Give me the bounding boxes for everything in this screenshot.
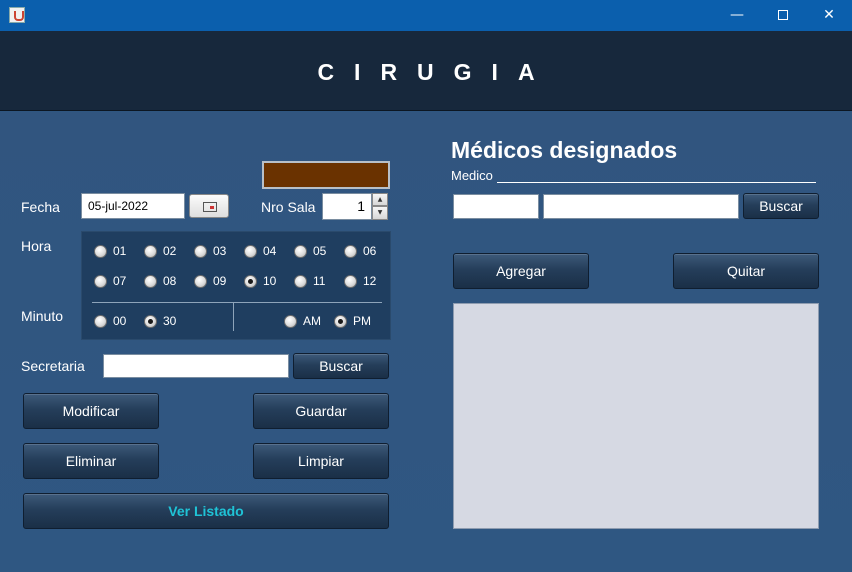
hour-label: 06	[363, 244, 377, 258]
button-label: Buscar	[759, 198, 803, 214]
radio-selected-icon	[144, 314, 157, 328]
medicos-section-title: Médicos designados	[451, 137, 678, 163]
hour-radio-05[interactable]: 05	[294, 244, 326, 258]
button-label: Ver Listado	[168, 503, 244, 519]
button-label: Agregar	[496, 263, 546, 279]
hour-radio-01[interactable]: 01	[94, 244, 126, 258]
am-label: AM	[303, 314, 321, 328]
eliminar-button[interactable]: Eliminar	[23, 443, 159, 479]
fecha-field[interactable]: 05-jul-2022	[81, 193, 185, 219]
hour-radio-10[interactable]: 10	[244, 274, 276, 288]
hour-label: 08	[163, 274, 177, 288]
hour-label: 01	[113, 244, 127, 258]
minute-label: 30	[163, 314, 177, 328]
buscar-medico-button[interactable]: Buscar	[743, 193, 819, 219]
radio-icon	[144, 274, 157, 288]
time-selection-panel: 01 02 03 04 05 06 07 08 09 10 11 12 00 3…	[81, 231, 391, 340]
spinner-down-icon[interactable]: ▼	[372, 206, 388, 220]
secretaria-input[interactable]	[103, 354, 289, 378]
divider	[233, 303, 234, 331]
hour-label: 10	[263, 274, 277, 288]
radio-icon	[94, 244, 107, 258]
medico-name-input[interactable]	[543, 194, 739, 219]
hour-radio-03[interactable]: 03	[194, 244, 226, 258]
button-label: Guardar	[295, 403, 347, 419]
date-picker-button[interactable]	[189, 194, 229, 218]
radio-icon	[244, 244, 257, 258]
button-label: Modificar	[62, 403, 120, 419]
hour-label: 04	[263, 244, 277, 258]
maximize-button[interactable]	[760, 0, 806, 31]
buscar-secretaria-button[interactable]: Buscar	[293, 353, 389, 379]
fecha-label: Fecha	[21, 199, 60, 215]
secretaria-label: Secretaria	[21, 358, 85, 374]
agregar-button[interactable]: Agregar	[453, 253, 589, 289]
quitar-button[interactable]: Quitar	[673, 253, 819, 289]
radio-icon	[344, 244, 357, 258]
hora-label: Hora	[21, 238, 52, 254]
medicos-list[interactable]	[453, 303, 819, 529]
radio-selected-icon	[334, 314, 347, 328]
hour-label: 05	[313, 244, 327, 258]
pm-label: PM	[353, 314, 371, 328]
hour-radio-09[interactable]: 09	[194, 274, 226, 288]
nro-sala-label: Nro Sala	[261, 199, 316, 215]
hour-radio-07[interactable]: 07	[94, 274, 126, 288]
minimize-button[interactable]: —	[714, 0, 760, 31]
radio-icon	[194, 274, 207, 288]
hour-radio-12[interactable]: 12	[344, 274, 376, 288]
radio-icon	[294, 274, 307, 288]
guardar-button[interactable]: Guardar	[253, 393, 389, 429]
radio-icon	[284, 314, 297, 328]
calendar-icon	[203, 202, 217, 212]
hour-label: 09	[213, 274, 227, 288]
button-label: Quitar	[726, 263, 766, 279]
close-button[interactable]: ✕	[806, 0, 852, 31]
nro-sala-value[interactable]: 1	[322, 193, 372, 220]
fecha-value: 05-jul-2022	[88, 199, 149, 213]
pm-radio[interactable]: PM	[334, 314, 371, 328]
limpiar-button[interactable]: Limpiar	[253, 443, 389, 479]
page-title: CIRUGIA	[317, 59, 555, 85]
hour-label: 12	[363, 274, 377, 288]
radio-icon	[94, 274, 107, 288]
minute-radio-00[interactable]: 00	[94, 314, 126, 328]
hour-radio-11[interactable]: 11	[294, 274, 325, 288]
hour-radio-02[interactable]: 02	[144, 244, 176, 258]
hour-radio-06[interactable]: 06	[344, 244, 376, 258]
radio-icon	[94, 314, 107, 328]
button-label: Eliminar	[65, 453, 117, 469]
hour-label: 02	[163, 244, 177, 258]
button-label: Limpiar	[298, 453, 344, 469]
window-titlebar: — ✕	[0, 0, 852, 31]
hour-radio-08[interactable]: 08	[144, 274, 176, 288]
radio-icon	[294, 244, 307, 258]
button-label: Buscar	[319, 358, 363, 374]
color-swatch[interactable]	[262, 161, 390, 189]
nro-sala-spinner[interactable]: 1 ▲ ▼	[322, 193, 388, 220]
divider	[92, 302, 382, 303]
radio-icon	[144, 244, 157, 258]
medico-label: Medico	[451, 168, 493, 183]
modificar-button[interactable]: Modificar	[23, 393, 159, 429]
hour-label: 11	[313, 274, 326, 288]
minute-label: 00	[113, 314, 127, 328]
maximize-icon	[778, 10, 788, 20]
ver-listado-button[interactable]: Ver Listado	[23, 493, 389, 529]
am-radio[interactable]: AM	[284, 314, 321, 328]
radio-icon	[194, 244, 207, 258]
hour-radio-04[interactable]: 04	[244, 244, 276, 258]
radio-selected-icon	[244, 274, 257, 288]
java-app-icon	[9, 7, 25, 23]
spinner-up-icon[interactable]: ▲	[372, 193, 388, 206]
radio-icon	[344, 274, 357, 288]
medico-id-input[interactable]	[453, 194, 539, 219]
hour-label: 07	[113, 274, 127, 288]
minuto-label: Minuto	[21, 308, 64, 324]
medico-underline	[497, 182, 816, 183]
hour-label: 03	[213, 244, 227, 258]
minute-radio-30[interactable]: 30	[144, 314, 176, 328]
page-header: CIRUGIA	[0, 31, 852, 111]
